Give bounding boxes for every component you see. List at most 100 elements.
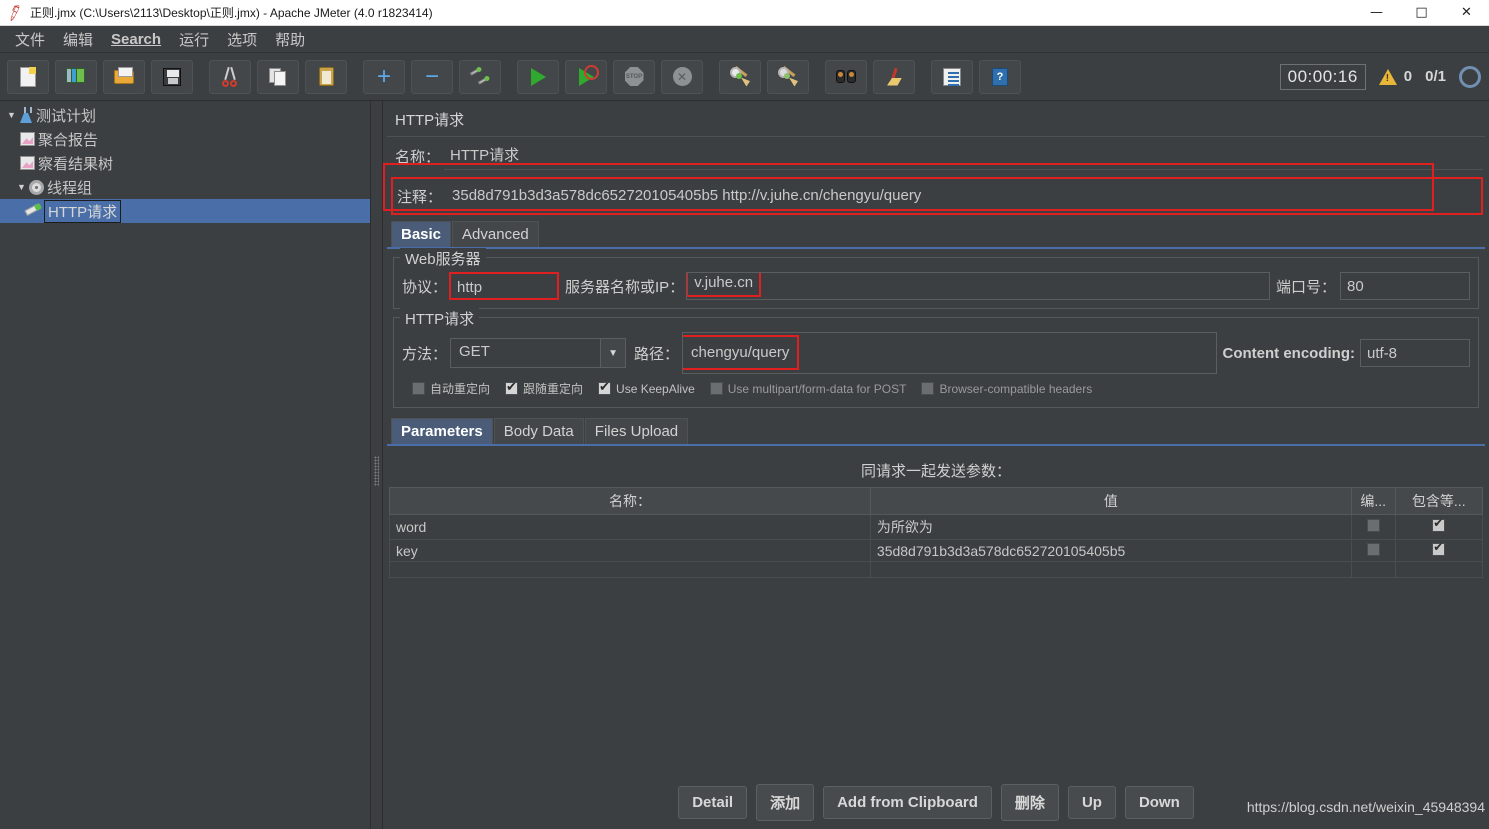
up-button[interactable]: Up [1067, 786, 1116, 819]
checkbox-multipart[interactable] [709, 382, 723, 395]
panel-splitter[interactable] [371, 101, 383, 829]
menu-help[interactable]: 帮助 [266, 27, 314, 52]
chevron-down-icon[interactable]: ▼ [14, 182, 29, 192]
tree-item-view-results-tree[interactable]: 察看结果树 [0, 151, 370, 175]
menu-file[interactable]: 文件 [6, 27, 54, 52]
open-folder-icon [112, 66, 136, 88]
parameters-section: 同请求一起发送参数： 名称： 值 编... 包含等... word 为所欲为 ✔… [383, 163, 1484, 578]
copy-button[interactable] [257, 59, 299, 94]
param-include-equals-cell[interactable] [1394, 514, 1484, 540]
templates-button[interactable] [55, 59, 97, 94]
menu-options[interactable]: 选项 [218, 27, 266, 52]
tab-body-data[interactable]: Body Data [493, 418, 584, 444]
minimize-button[interactable]: — [1354, 0, 1399, 26]
paste-button[interactable] [305, 59, 347, 94]
param-name-cell[interactable]: key [389, 539, 871, 562]
menu-run[interactable]: 运行 [170, 27, 218, 52]
include-equals-checkbox[interactable] [1432, 516, 1446, 532]
table-row[interactable]: key 35d8d791b3d3a578dc652720105405b5 [389, 539, 1484, 562]
checkbox-browser-compatible-headers[interactable] [921, 382, 935, 395]
param-encode-cell[interactable] [1350, 514, 1396, 540]
warning-indicator[interactable]: 0 [1378, 68, 1412, 85]
protocol-input[interactable]: http [449, 272, 560, 300]
include-equals-checkbox[interactable] [1432, 540, 1446, 556]
port-input[interactable]: 80 [1340, 272, 1470, 300]
param-value-cell[interactable]: 为所欲为 [869, 514, 1352, 540]
path-value: chengyu/query [683, 335, 800, 370]
column-header-encode[interactable]: 编... [1350, 487, 1396, 515]
empty-cell [389, 561, 871, 578]
search-button[interactable] [825, 59, 867, 94]
content-encoding-input[interactable]: utf-8 [1360, 339, 1470, 367]
start-button[interactable] [517, 59, 559, 94]
shutdown-button[interactable]: ✕ [661, 59, 703, 94]
add-button[interactable]: 添加 [756, 784, 815, 821]
empty-cell [1350, 561, 1396, 578]
function-helper-button[interactable] [931, 59, 973, 94]
new-button[interactable] [7, 59, 49, 94]
comment-input[interactable]: 35d8d791b3d3a578dc652720105405b5 http://… [446, 182, 1481, 210]
down-button[interactable]: Down [1124, 786, 1194, 819]
clear-button[interactable] [719, 59, 761, 94]
tree-item-test-plan[interactable]: ▼ 测试计划 [0, 103, 370, 127]
detail-button[interactable]: Detail [678, 786, 748, 819]
method-dropdown[interactable]: GET ▼ [450, 338, 627, 368]
encode-checkbox[interactable] [1366, 519, 1380, 532]
cut-button[interactable] [209, 59, 251, 94]
delete-button[interactable]: 删除 [1000, 784, 1059, 821]
open-button[interactable] [103, 59, 145, 94]
tab-basic[interactable]: Basic [391, 221, 452, 247]
tab-parameters[interactable]: Parameters [391, 418, 493, 444]
tree-item-aggregate-report[interactable]: 聚合报告 [0, 127, 370, 151]
add-from-clipboard-button[interactable]: Add from Clipboard [823, 786, 992, 819]
splitter-grip[interactable] [374, 456, 379, 486]
column-header-name[interactable]: 名称： [389, 487, 871, 515]
watermark-text: https://blog.csdn.net/weixin_45948394 [1246, 799, 1485, 815]
checkbox-follow-redirects[interactable] [505, 379, 519, 395]
param-encode-cell[interactable] [1350, 539, 1396, 562]
encode-checkbox[interactable] [1366, 542, 1380, 556]
server-input[interactable]: v.juhe.cn [686, 272, 1270, 300]
clear-broom-icon [728, 65, 752, 88]
save-button[interactable] [151, 59, 193, 94]
tree-item-thread-group[interactable]: ▼ 线程组 [0, 175, 370, 199]
path-input[interactable]: chengyu/query [682, 332, 1217, 374]
checkbox-use-keepalive[interactable] [598, 379, 612, 395]
menu-edit[interactable]: 编辑 [54, 27, 102, 52]
tab-advanced[interactable]: Advanced [452, 221, 539, 247]
help-button[interactable]: ? [979, 59, 1021, 94]
param-include-equals-cell[interactable] [1394, 539, 1484, 562]
collapse-all-button[interactable]: − [411, 59, 453, 94]
function-helper-icon [940, 66, 964, 88]
column-header-value[interactable]: 值 [869, 487, 1352, 515]
tree-item-label: HTTP请求 [44, 199, 122, 223]
view-results-tree-icon [20, 156, 35, 170]
main-tabs: Basic Advanced [383, 221, 1489, 247]
tab-files-upload[interactable]: Files Upload [584, 418, 689, 444]
thread-group-icon [29, 179, 44, 195]
http-request-form: HTTP请求 名称： HTTP请求 注释： 35d8d791b3d3a578dc… [383, 101, 1489, 829]
status-area: 00:00:16 0 0/1 [1279, 63, 1485, 90]
param-value-cell[interactable]: 35d8d791b3d3a578dc652720105405b5 [869, 539, 1352, 562]
warning-triangle-icon [1378, 68, 1397, 85]
reset-search-button[interactable] [873, 59, 915, 94]
checkbox-auto-redirect[interactable] [412, 382, 425, 395]
checkbox-use-keepalive-label: Use KeepAlive [616, 381, 695, 396]
param-name-cell[interactable]: word [389, 514, 871, 540]
name-input[interactable]: HTTP请求 [444, 142, 1483, 170]
thread-gauge-icon [1459, 65, 1481, 88]
scissors-icon [218, 66, 242, 88]
chevron-down-icon[interactable]: ▼ [600, 338, 627, 368]
stop-button[interactable]: STOP [613, 59, 655, 94]
column-header-include-equals[interactable]: 包含等... [1394, 487, 1484, 515]
tree-item-http-request[interactable]: HTTP请求 [0, 199, 370, 223]
clear-all-button[interactable] [767, 59, 809, 94]
chevron-down-icon[interactable]: ▼ [4, 110, 19, 120]
menu-search[interactable]: Search [102, 29, 170, 50]
close-button[interactable]: ✕ [1444, 0, 1489, 26]
table-row[interactable]: word 为所欲为 [389, 514, 1484, 540]
toggle-button[interactable] [459, 59, 501, 94]
start-no-pauses-button[interactable] [565, 59, 607, 94]
maximize-button[interactable]: □ [1399, 0, 1444, 26]
expand-all-button[interactable]: + [363, 59, 405, 94]
